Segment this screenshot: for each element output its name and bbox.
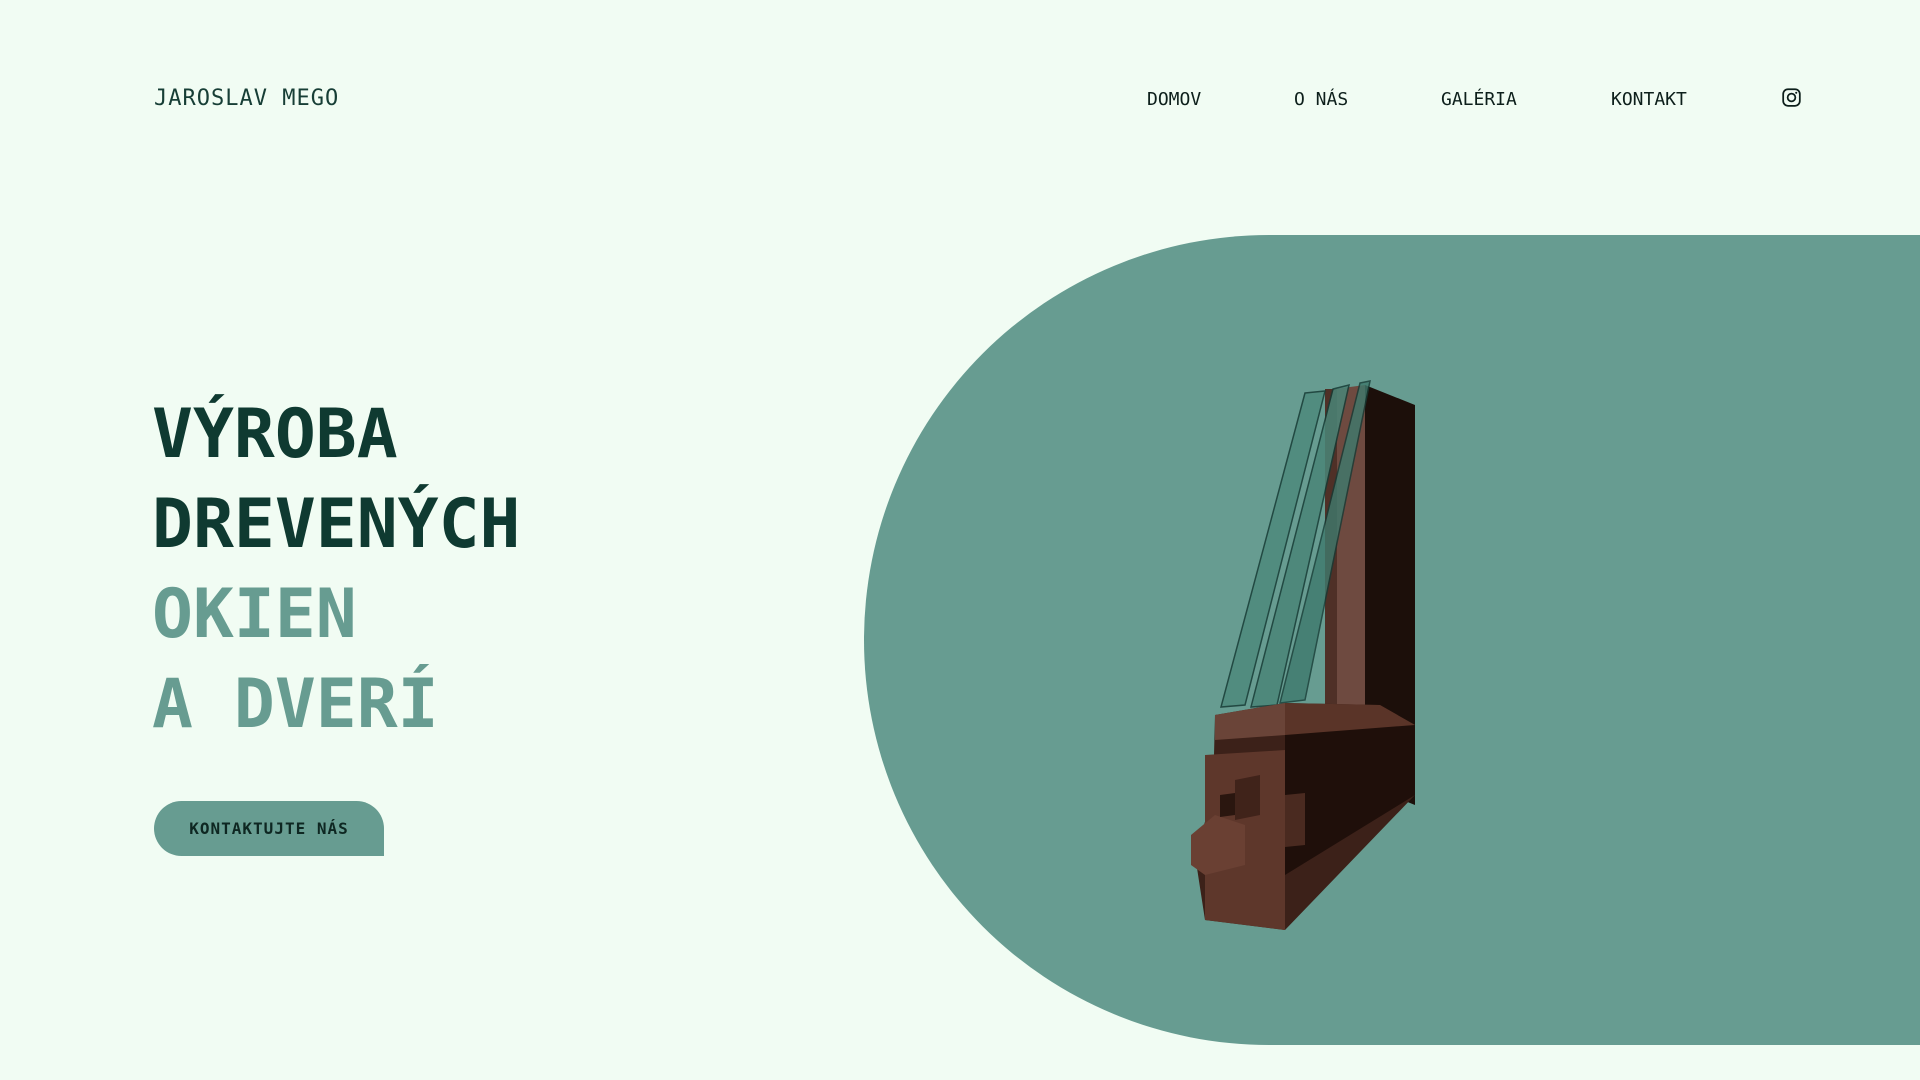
- hero-line-3: OKIEN: [152, 575, 357, 654]
- hero-line-4: A DVERÍ: [152, 665, 439, 744]
- hero-line-1: VÝROBA: [152, 395, 398, 474]
- window-profile-image: [1191, 380, 1415, 930]
- hero-line-2: DREVENÝCH: [152, 485, 521, 564]
- nav-link-about[interactable]: O NÁS: [1294, 89, 1348, 110]
- hero-heading: VÝROBA DREVENÝCH OKIEN A DVERÍ: [152, 390, 520, 750]
- site-logo-text[interactable]: JAROSLAV MEGO: [154, 86, 339, 111]
- instagram-icon[interactable]: [1781, 87, 1802, 108]
- contact-us-button[interactable]: KONTAKTUJTE NÁS: [154, 801, 384, 856]
- nav-link-home[interactable]: DOMOV: [1147, 89, 1201, 110]
- nav-link-gallery[interactable]: GALÉRIA: [1441, 89, 1517, 110]
- nav-link-contact[interactable]: KONTAKT: [1611, 89, 1687, 110]
